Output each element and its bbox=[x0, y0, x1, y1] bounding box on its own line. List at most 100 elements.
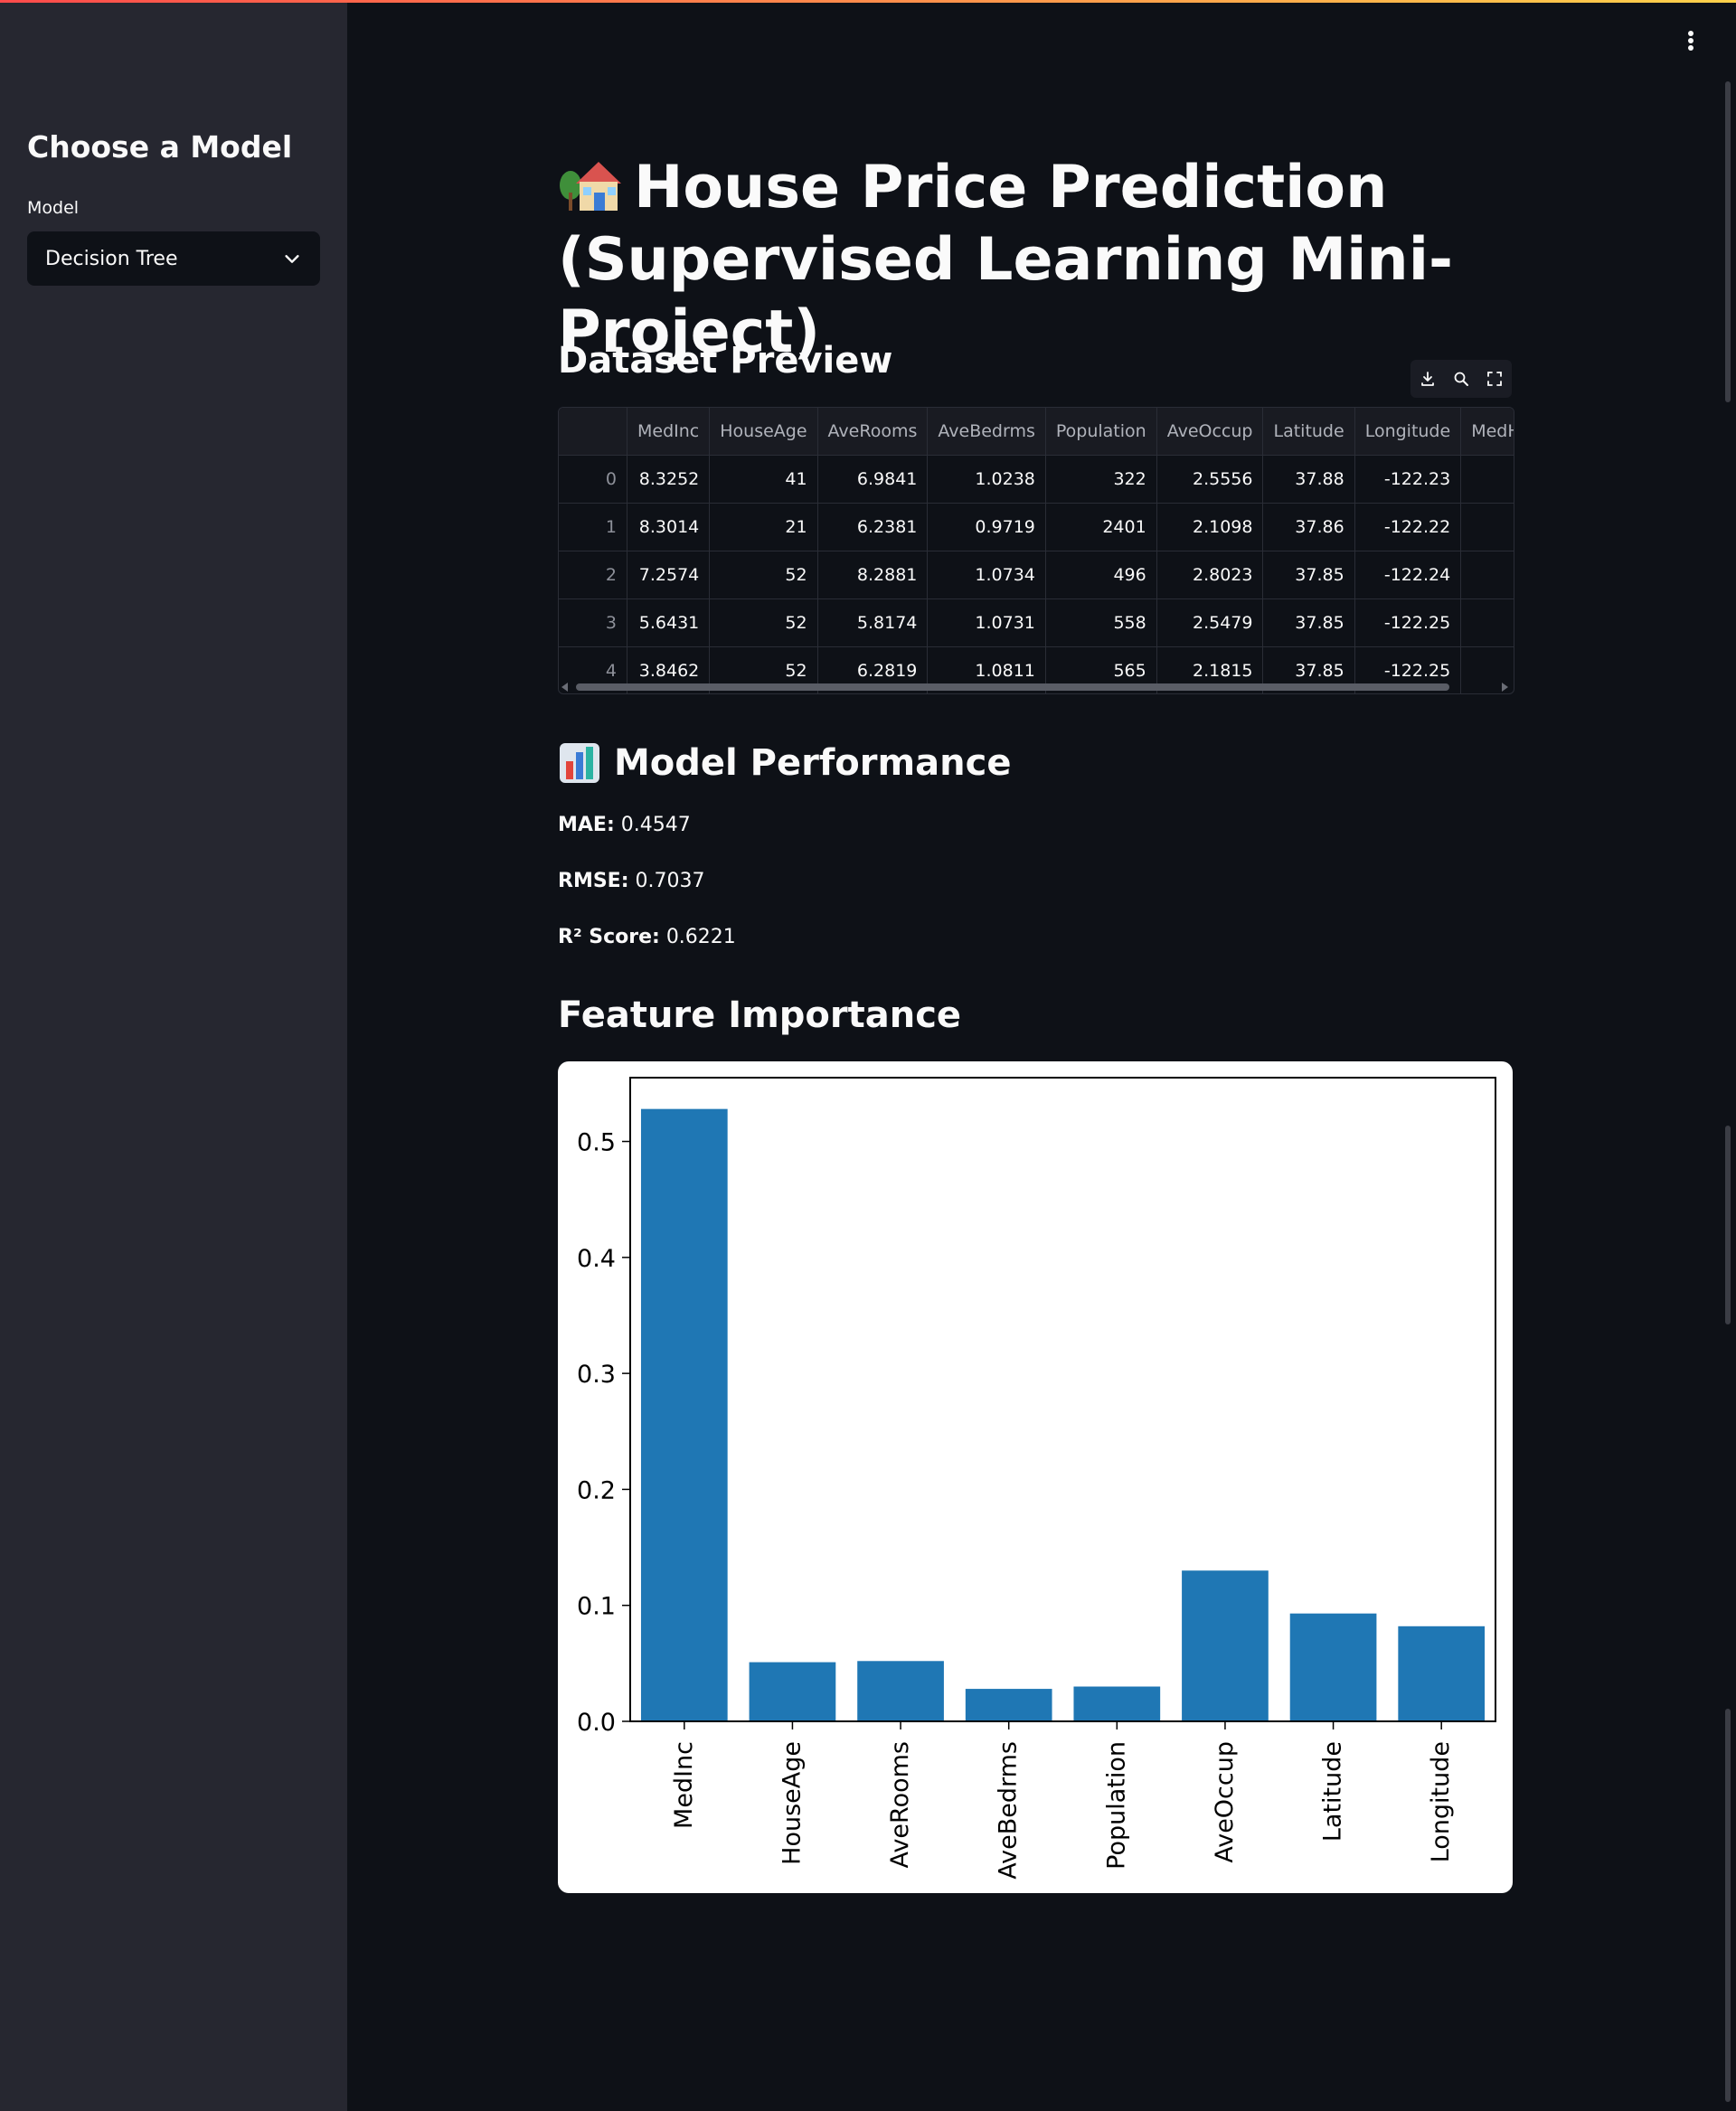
table-row[interactable]: 0 8.3252 41 6.9841 1.0238 322 2.5556 37.88 -122.… bbox=[559, 455, 1514, 504]
model-select-label: Model bbox=[27, 198, 80, 218]
y-tick-label: 0.5 bbox=[577, 1129, 616, 1157]
chart-bar bbox=[1289, 1613, 1377, 1721]
table-cell: 2401 bbox=[1045, 503, 1157, 551]
r2-label: R² Score: bbox=[558, 926, 660, 948]
bar-chart-emoji-icon bbox=[560, 743, 599, 783]
y-tick-label: 0.2 bbox=[577, 1476, 616, 1504]
feature-importance-heading: Feature Importance bbox=[558, 994, 962, 1036]
chevron-down-icon bbox=[285, 255, 299, 263]
table-cell: 6.9841 bbox=[817, 455, 929, 504]
table-cell: 21 bbox=[709, 503, 818, 551]
table-row[interactable]: 2 7.2574 52 8.2881 1.0734 496 2.8023 37.85 -122.… bbox=[559, 551, 1514, 599]
table-cell: 37.85 bbox=[1262, 598, 1355, 647]
scroll-right-arrow-icon[interactable] bbox=[1502, 683, 1509, 692]
x-tick-label: AveBedrms bbox=[995, 1741, 1023, 1880]
table-row-index: 2 bbox=[559, 551, 627, 599]
page-title-line1: House Price Prediction bbox=[634, 154, 1388, 221]
dataset-heading: Dataset Preview bbox=[558, 340, 893, 382]
table-cell: 3 bbox=[1460, 598, 1514, 647]
table-cell: 2.5556 bbox=[1156, 455, 1264, 504]
chart-bar bbox=[1398, 1626, 1486, 1721]
house-emoji-icon bbox=[560, 162, 621, 211]
table-row-index: 3 bbox=[559, 598, 627, 647]
x-tick-label: AveOccup bbox=[1211, 1741, 1239, 1863]
y-tick-label: 0.3 bbox=[577, 1361, 616, 1389]
r2-metric: R² Score: 0.6221 bbox=[558, 926, 736, 948]
table-cell: 496 bbox=[1045, 551, 1157, 599]
x-tick-label: Latitude bbox=[1319, 1741, 1347, 1842]
feature-importance-chart: MedInc HouseAge AveRooms AveBedrms Populatio… bbox=[558, 1061, 1513, 1893]
table-cell: 52 bbox=[709, 598, 818, 647]
chart-bar bbox=[1182, 1570, 1269, 1721]
table-cell: 558 bbox=[1045, 598, 1157, 647]
x-tick-label: Population bbox=[1102, 1741, 1130, 1870]
y-tick-label: 0.4 bbox=[577, 1245, 616, 1273]
table-cell: 0.9719 bbox=[927, 503, 1046, 551]
table-cell: 41 bbox=[709, 455, 818, 504]
table-cell: 3 bbox=[1460, 503, 1514, 551]
table-cell: 3 bbox=[1460, 551, 1514, 599]
table-column-header[interactable]: Latitude bbox=[1262, 408, 1355, 456]
table-column-header[interactable]: MedHous bbox=[1460, 408, 1514, 456]
table-cell: -122.22 bbox=[1354, 503, 1462, 551]
model-select[interactable]: Decision Tree bbox=[27, 231, 320, 286]
table-column-header[interactable]: AveRooms bbox=[817, 408, 929, 456]
table-cell: 1.0734 bbox=[927, 551, 1046, 599]
fullscreen-icon[interactable] bbox=[1486, 370, 1504, 388]
table-cell: 37.86 bbox=[1262, 503, 1355, 551]
performance-heading: Model Performance bbox=[558, 741, 1011, 785]
chart-bar bbox=[1073, 1686, 1161, 1721]
page-title: House Price Prediction (Supervised Learn… bbox=[558, 152, 1552, 369]
mae-metric: MAE: 0.4547 bbox=[558, 814, 691, 836]
table-cell: 6.2381 bbox=[817, 503, 929, 551]
table-column-header[interactable]: HouseAge bbox=[709, 408, 818, 456]
table-cell: 4 bbox=[1460, 455, 1514, 504]
table-row[interactable]: 3 5.6431 52 5.8174 1.0731 558 2.5479 37.85 -122.… bbox=[559, 598, 1514, 647]
performance-heading-text: Model Performance bbox=[614, 742, 1012, 784]
table-cell: 2.5479 bbox=[1156, 598, 1264, 647]
y-tick-label: 0.0 bbox=[577, 1709, 616, 1737]
dataset-table[interactable]: MedInc HouseAge AveRooms AveBedrms Populatio… bbox=[558, 407, 1514, 694]
vertical-scrollbar[interactable] bbox=[1723, 81, 1732, 2102]
sidebar: Choose a Model Model Decision Tree bbox=[0, 3, 347, 2111]
x-tick-label: HouseAge bbox=[778, 1741, 806, 1865]
table-cell: -122.24 bbox=[1354, 551, 1462, 599]
rmse-label: RMSE: bbox=[558, 870, 629, 892]
table-cell: 2.8023 bbox=[1156, 551, 1264, 599]
table-column-header[interactable]: AveBedrms bbox=[927, 408, 1046, 456]
table-cell: 8.3252 bbox=[627, 455, 711, 504]
r2-value: 0.6221 bbox=[665, 926, 736, 948]
mae-value: 0.4547 bbox=[620, 814, 691, 836]
table-horizontal-scrollbar[interactable] bbox=[558, 680, 1513, 693]
y-tick-label: 0.1 bbox=[577, 1593, 616, 1621]
table-cell: 37.88 bbox=[1262, 455, 1355, 504]
table-cell: 52 bbox=[709, 551, 818, 599]
chart-bar bbox=[965, 1689, 1052, 1721]
table-index-header[interactable] bbox=[559, 408, 627, 456]
table-column-header[interactable]: MedInc bbox=[627, 408, 711, 456]
table-column-header[interactable]: Population bbox=[1045, 408, 1157, 456]
rmse-metric: RMSE: 0.7037 bbox=[558, 870, 705, 892]
chart-bar bbox=[640, 1108, 728, 1721]
chart-bar bbox=[749, 1662, 836, 1721]
chart-bar bbox=[857, 1661, 944, 1721]
scroll-left-arrow-icon[interactable] bbox=[561, 683, 569, 692]
kebab-menu-icon[interactable] bbox=[1680, 27, 1702, 54]
table-cell: 322 bbox=[1045, 455, 1157, 504]
x-tick-label: AveRooms bbox=[886, 1741, 914, 1868]
search-icon[interactable] bbox=[1452, 370, 1470, 388]
feature-importance-svg: MedInc HouseAge AveRooms AveBedrms Populatio… bbox=[577, 1077, 1496, 1880]
model-select-value: Decision Tree bbox=[45, 247, 178, 270]
x-tick-label: MedInc bbox=[670, 1741, 698, 1829]
table-cell: 37.85 bbox=[1262, 551, 1355, 599]
rmse-value: 0.7037 bbox=[635, 870, 705, 892]
table-cell: -122.23 bbox=[1354, 455, 1462, 504]
table-row[interactable]: 1 8.3014 21 6.2381 0.9719 2401 2.1098 37.86 -122… bbox=[559, 503, 1514, 551]
table-column-header[interactable]: AveOccup bbox=[1156, 408, 1264, 456]
table-cell: 2.1098 bbox=[1156, 503, 1264, 551]
table-cell: -122.25 bbox=[1354, 598, 1462, 647]
table-row-index: 1 bbox=[559, 503, 627, 551]
download-icon[interactable] bbox=[1419, 370, 1437, 388]
dataframe-toolbar bbox=[1410, 360, 1512, 398]
table-column-header[interactable]: Longitude bbox=[1354, 408, 1462, 456]
